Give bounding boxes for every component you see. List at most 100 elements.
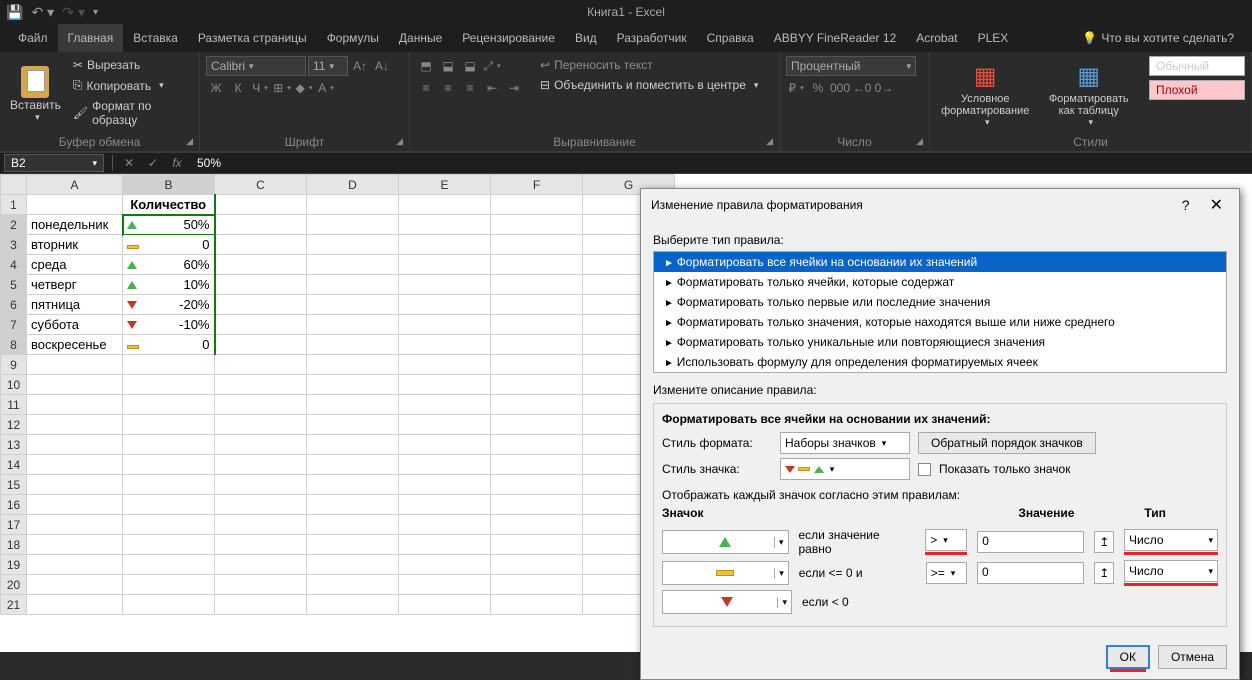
cell[interactable]: [491, 215, 583, 235]
reverse-order-button[interactable]: Обратный порядок значков: [918, 432, 1096, 454]
cell[interactable]: [215, 595, 307, 615]
cell[interactable]: [491, 375, 583, 395]
wrap-text-button[interactable]: ↩Переносить текст: [536, 56, 762, 74]
cell[interactable]: [123, 415, 215, 435]
cell[interactable]: [307, 255, 399, 275]
cell[interactable]: [215, 275, 307, 295]
cell[interactable]: [27, 355, 123, 375]
fx-icon[interactable]: fx: [165, 156, 189, 170]
cell[interactable]: [123, 595, 215, 615]
decrease-decimal-icon[interactable]: 0→: [874, 78, 894, 98]
cell[interactable]: [491, 395, 583, 415]
cell[interactable]: [307, 515, 399, 535]
cell[interactable]: [399, 315, 491, 335]
row-header[interactable]: 17: [1, 515, 27, 535]
cell[interactable]: [491, 275, 583, 295]
row-header[interactable]: 15: [1, 475, 27, 495]
row-header[interactable]: 16: [1, 495, 27, 515]
cell[interactable]: [491, 415, 583, 435]
cell[interactable]: [307, 315, 399, 335]
rule-type-item[interactable]: Форматировать только уникальные или повт…: [654, 332, 1226, 352]
rule-type-list[interactable]: Форматировать все ячейки на основании их…: [653, 251, 1227, 373]
undo-icon[interactable]: ↶▾: [31, 4, 54, 21]
cell[interactable]: [399, 375, 491, 395]
cell[interactable]: [491, 335, 583, 355]
row-header[interactable]: 11: [1, 395, 27, 415]
increase-font-icon[interactable]: A↑: [350, 56, 370, 76]
format-as-table-button[interactable]: ▦ Форматировать как таблицу▾: [1038, 56, 1139, 133]
cell[interactable]: [215, 335, 307, 355]
rule1-value-input[interactable]: 0: [977, 531, 1084, 553]
qat-customize-icon[interactable]: ▾: [93, 7, 98, 18]
rule2-type-combo[interactable]: Число▾: [1124, 560, 1218, 582]
fill-color-button[interactable]: ◆▾: [294, 78, 314, 98]
align-bottom-icon[interactable]: ⬓: [460, 56, 480, 76]
cell[interactable]: [491, 515, 583, 535]
row-header[interactable]: 6: [1, 295, 27, 315]
cell[interactable]: [215, 435, 307, 455]
cell[interactable]: [399, 335, 491, 355]
cell[interactable]: [399, 435, 491, 455]
cell[interactable]: [399, 275, 491, 295]
column-header[interactable]: D: [307, 175, 399, 195]
launcher-icon[interactable]: ◢: [916, 136, 923, 147]
cell[interactable]: [399, 515, 491, 535]
tab-developer[interactable]: Разработчик: [607, 24, 697, 52]
cell[interactable]: -10%: [123, 315, 215, 335]
ok-button[interactable]: ОК: [1106, 645, 1150, 669]
merge-center-button[interactable]: ⊟Объединить и поместить в центре▾: [536, 76, 762, 94]
cell[interactable]: [399, 535, 491, 555]
cell[interactable]: [399, 475, 491, 495]
tab-file[interactable]: Файл: [8, 24, 58, 52]
cell[interactable]: [123, 575, 215, 595]
cell[interactable]: [307, 295, 399, 315]
row-header[interactable]: 2: [1, 215, 27, 235]
row-header[interactable]: 1: [1, 195, 27, 215]
name-box[interactable]: B2▾: [4, 154, 104, 172]
cell[interactable]: воскресенье: [27, 335, 123, 355]
launcher-icon[interactable]: ◢: [396, 136, 403, 147]
cell[interactable]: [399, 195, 491, 215]
tab-data[interactable]: Данные: [389, 24, 452, 52]
cell[interactable]: [307, 375, 399, 395]
cell[interactable]: [307, 395, 399, 415]
column-header[interactable]: A: [27, 175, 123, 195]
cell[interactable]: [307, 455, 399, 475]
column-header[interactable]: F: [491, 175, 583, 195]
increase-decimal-icon[interactable]: ←0: [852, 78, 872, 98]
cell[interactable]: [399, 415, 491, 435]
row-header[interactable]: 12: [1, 415, 27, 435]
column-header[interactable]: E: [399, 175, 491, 195]
cell[interactable]: [307, 235, 399, 255]
cell[interactable]: [307, 355, 399, 375]
cell[interactable]: [491, 455, 583, 475]
cell[interactable]: [399, 395, 491, 415]
cell[interactable]: [307, 575, 399, 595]
rule-type-item[interactable]: Форматировать только первые или последни…: [654, 292, 1226, 312]
cell[interactable]: [215, 575, 307, 595]
confirm-formula-icon[interactable]: ✓: [141, 156, 165, 170]
cell[interactable]: [399, 555, 491, 575]
cell[interactable]: [491, 595, 583, 615]
underline-button[interactable]: Ч▾: [250, 78, 270, 98]
row-header[interactable]: 20: [1, 575, 27, 595]
font-family-combo[interactable]: Calibri▾: [206, 56, 306, 76]
cell[interactable]: [491, 555, 583, 575]
formula-input[interactable]: 50%: [189, 156, 1252, 170]
format-style-combo[interactable]: Наборы значков▾: [780, 432, 910, 454]
cell[interactable]: [307, 415, 399, 435]
rule-type-item[interactable]: Форматировать только ячейки, которые сод…: [654, 272, 1226, 292]
cell[interactable]: [399, 575, 491, 595]
cell[interactable]: [215, 355, 307, 375]
cell[interactable]: среда: [27, 255, 123, 275]
cell[interactable]: [399, 495, 491, 515]
align-top-icon[interactable]: ⬒: [416, 56, 436, 76]
rule-type-item[interactable]: Форматировать все ячейки на основании их…: [654, 252, 1226, 272]
cancel-button[interactable]: Отмена: [1158, 645, 1227, 669]
cell[interactable]: [215, 295, 307, 315]
tab-acrobat[interactable]: Acrobat: [906, 24, 967, 52]
cell[interactable]: [215, 255, 307, 275]
cell[interactable]: [123, 355, 215, 375]
cell[interactable]: [307, 595, 399, 615]
cell[interactable]: [491, 435, 583, 455]
